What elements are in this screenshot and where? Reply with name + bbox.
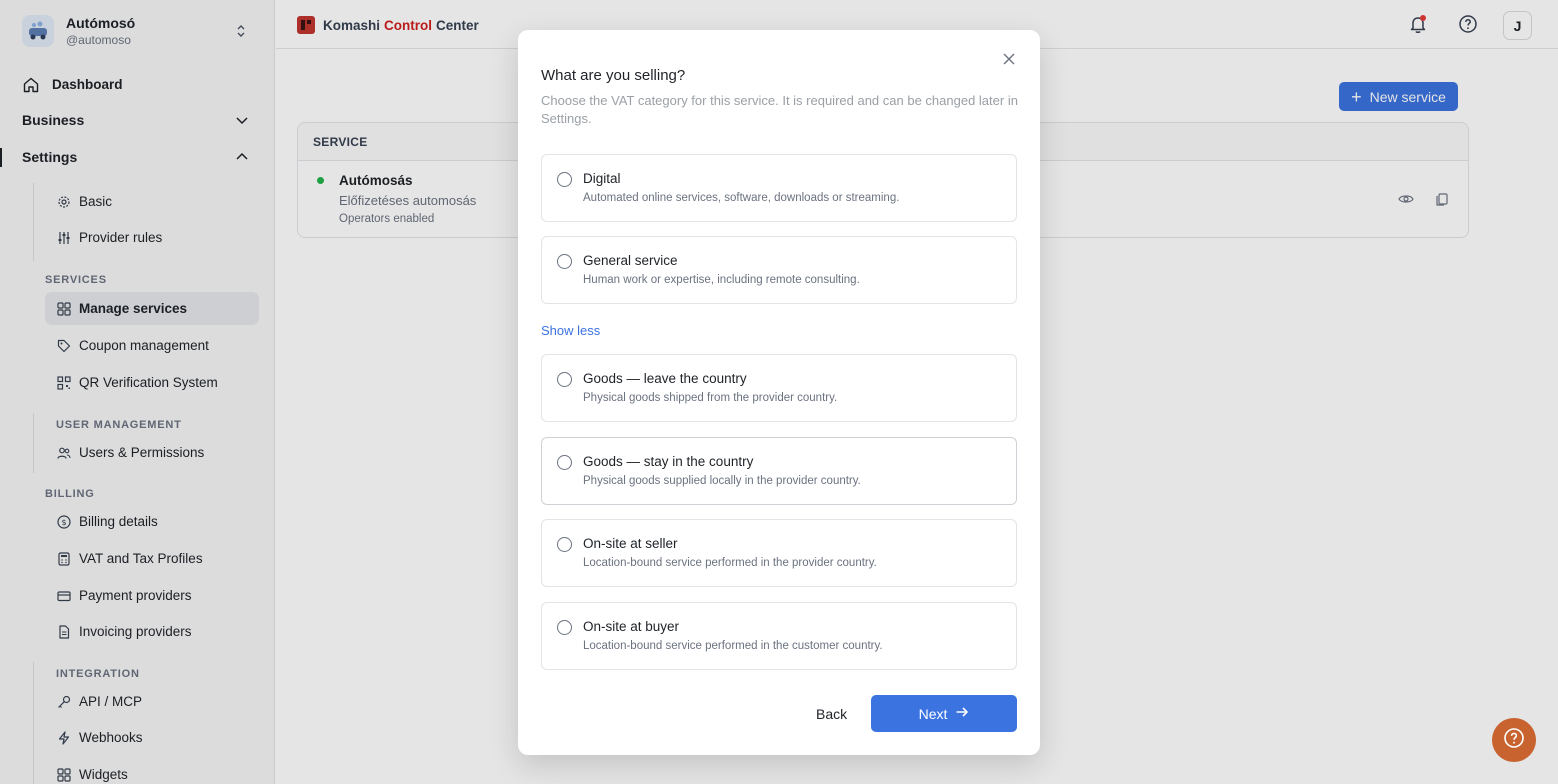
radio-button[interactable] (557, 455, 572, 470)
close-icon[interactable] (1000, 50, 1018, 68)
next-label: Next (918, 705, 948, 722)
option-general-service[interactable]: General service Human work or expertise,… (541, 236, 1017, 304)
show-less-link[interactable]: Show less (541, 323, 600, 338)
option-description: Location-bound service performed in the … (583, 640, 883, 652)
option-on-site-seller[interactable]: On-site at seller Location-bound service… (541, 519, 1017, 587)
option-description: Physical goods shipped from the provider… (583, 392, 838, 404)
option-title: On-site at buyer (583, 619, 680, 634)
next-button[interactable]: Next (871, 695, 1017, 732)
arrow-right-icon (955, 705, 969, 722)
radio-button[interactable] (557, 372, 572, 387)
option-description: Location-bound service performed in the … (583, 557, 877, 569)
radio-button[interactable] (557, 172, 572, 187)
radio-button[interactable] (557, 537, 572, 552)
option-title: General service (583, 253, 678, 268)
option-title: Goods — stay in the country (583, 454, 754, 469)
option-goods-leave-country[interactable]: Goods — leave the country Physical goods… (541, 354, 1017, 422)
option-description: Physical goods supplied locally in the p… (583, 475, 861, 487)
option-title: Digital (583, 171, 621, 186)
option-description: Human work or expertise, including remot… (583, 274, 860, 286)
radio-button[interactable] (557, 620, 572, 635)
support-chat-button[interactable] (1492, 718, 1536, 762)
back-button[interactable]: Back (816, 706, 847, 722)
option-digital[interactable]: Digital Automated online services, softw… (541, 154, 1017, 222)
option-goods-stay-country[interactable]: Goods — stay in the country Physical goo… (541, 437, 1017, 505)
question-circle-icon (1503, 727, 1525, 754)
option-title: On-site at seller (583, 536, 678, 551)
dialog-title: What are you selling? (541, 67, 686, 84)
vat-category-dialog: What are you selling? Choose the VAT cat… (518, 30, 1040, 755)
radio-button[interactable] (557, 254, 572, 269)
option-title: Goods — leave the country (583, 371, 747, 386)
option-description: Automated online services, software, dow… (583, 192, 900, 204)
dialog-description: Choose the VAT category for this service… (541, 93, 1018, 126)
option-on-site-buyer[interactable]: On-site at buyer Location-bound service … (541, 602, 1017, 670)
